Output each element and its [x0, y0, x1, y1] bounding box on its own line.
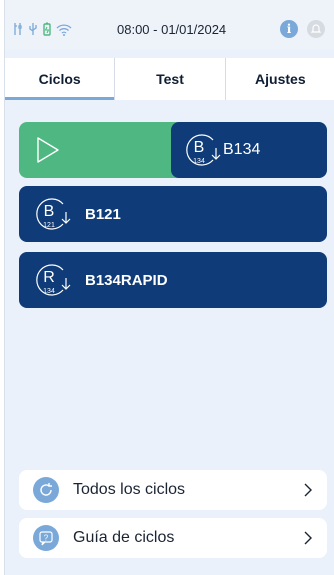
usb-icon	[28, 22, 38, 41]
all-cycles-row[interactable]: Todos los ciclos	[19, 470, 327, 510]
cycle-b134rapid-button[interactable]: R 134 B134RAPID	[19, 252, 327, 308]
svg-text:B: B	[194, 139, 205, 156]
cycle-guide-label: Guía de ciclos	[73, 529, 175, 546]
svg-text:121: 121	[43, 222, 55, 229]
selected-cycle: B 134 B134	[171, 122, 327, 178]
svg-text:R: R	[43, 269, 55, 286]
svg-text:?: ?	[44, 534, 49, 543]
status-icons	[13, 22, 72, 41]
selected-cycle-label: B134	[223, 141, 261, 158]
refresh-icon	[33, 477, 59, 503]
play-icon	[37, 137, 59, 163]
svg-text:B: B	[44, 203, 55, 220]
datetime: 08:00 - 01/01/2024	[117, 22, 227, 37]
svg-text:134: 134	[193, 158, 205, 165]
cycle-b121-button[interactable]: B 121 B121	[19, 186, 327, 242]
help-chat-icon: ?	[33, 525, 59, 551]
cycle-label: B134RAPID	[85, 271, 168, 289]
cycle-r134-icon: R 134	[33, 260, 73, 300]
cycle-b134-icon: B 134	[183, 130, 223, 170]
tab-ajustes[interactable]: Ajustes	[226, 58, 334, 100]
tab-bar: Ciclos Test Ajustes	[5, 58, 334, 100]
bell-icon[interactable]	[307, 20, 325, 38]
svg-text:134: 134	[43, 288, 55, 295]
cycle-b121-icon: B 121	[33, 194, 73, 234]
tab-ciclos[interactable]: Ciclos	[5, 58, 116, 100]
screen: 08:00 - 01/01/2024 i Ciclos Test Ajustes…	[4, 0, 334, 575]
cycle-guide-row[interactable]: ? Guía de ciclos	[19, 518, 327, 558]
status-bar: 08:00 - 01/01/2024 i	[5, 0, 334, 50]
battery-icon	[43, 22, 51, 41]
all-cycles-label: Todos los ciclos	[73, 481, 186, 498]
tools-icon	[13, 22, 23, 41]
info-icon[interactable]: i	[280, 20, 298, 38]
tab-test[interactable]: Test	[115, 58, 226, 100]
wifi-icon	[56, 23, 72, 41]
chevron-right-icon	[304, 483, 312, 497]
cycle-label: B121	[85, 205, 121, 223]
chevron-right-icon	[304, 531, 312, 545]
start-cycle-button[interactable]: B 134 B134	[19, 122, 327, 178]
